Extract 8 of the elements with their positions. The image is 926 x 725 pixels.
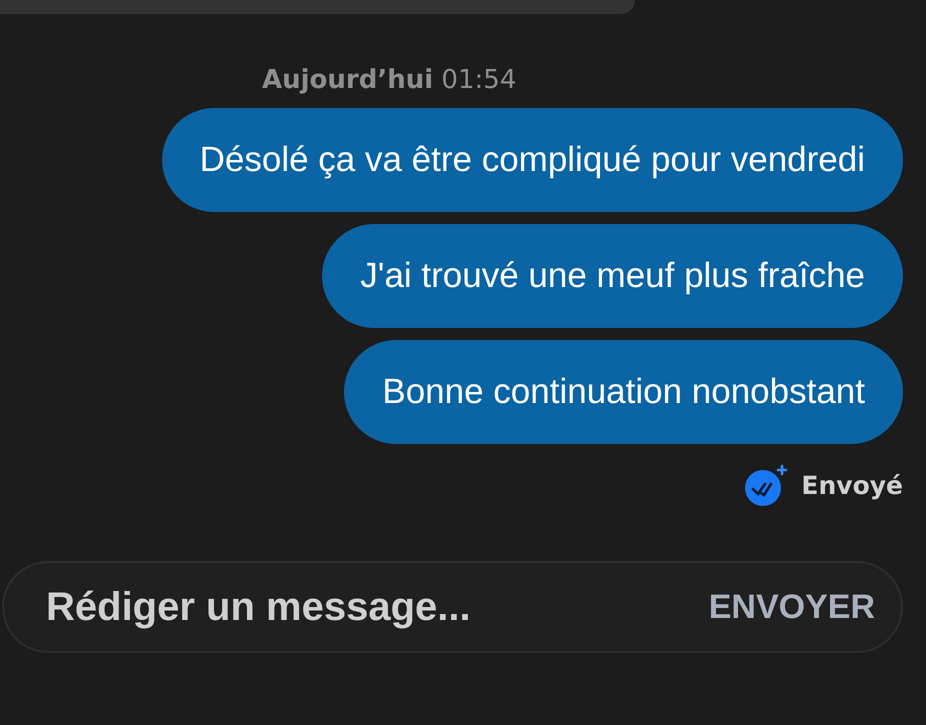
send-button[interactable]: ENVOYER — [708, 588, 875, 626]
timestamp: Aujourd’hui 01:54 — [262, 64, 516, 96]
double-check-icon — [743, 464, 788, 506]
sent-status: Envoyé — [801, 470, 903, 500]
message-bubble: J'ai trouvé une meuf plus fraîche — [322, 224, 903, 328]
message-field[interactable]: Rédiger un message... ENVOYER — [2, 561, 903, 653]
message-bubble: Bonne continuation nonobstant — [344, 340, 903, 444]
message-bubble: Désolé ça va être compliqué pour vendredi — [162, 108, 903, 212]
